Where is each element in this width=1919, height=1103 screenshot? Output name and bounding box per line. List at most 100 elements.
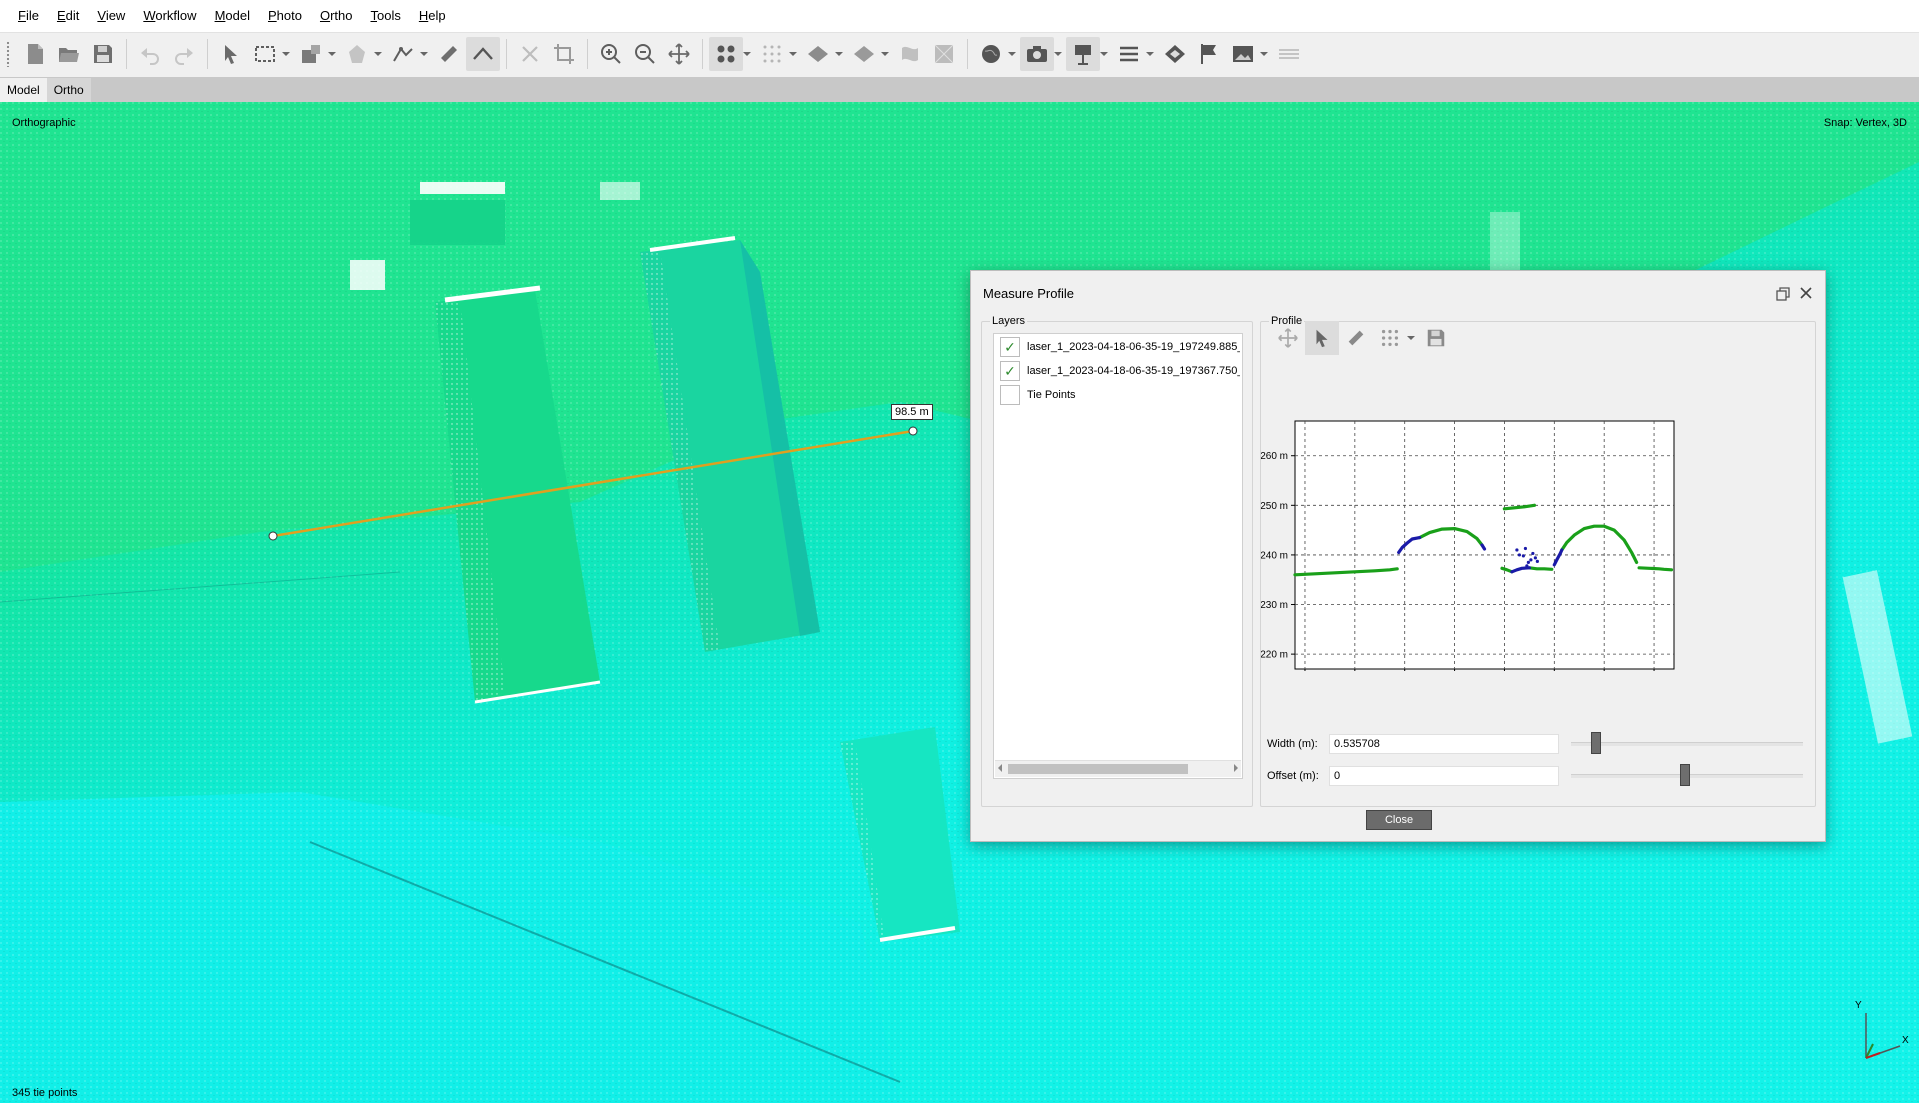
width-slider-handle[interactable] xyxy=(1591,732,1601,754)
marker-camera-icon xyxy=(1075,45,1091,65)
toolbar-separator xyxy=(587,39,588,69)
profile-series-1-point xyxy=(1529,558,1533,562)
undo-button[interactable] xyxy=(133,37,167,71)
profile-series-0-segment xyxy=(1637,566,1674,572)
scroll-right-arrow[interactable] xyxy=(1234,764,1238,772)
floppy-disk-icon xyxy=(1427,329,1445,347)
stack-layers-icon xyxy=(1279,49,1299,59)
ruler-button[interactable] xyxy=(432,37,466,71)
shapes-button[interactable] xyxy=(1158,37,1192,71)
show-list-button[interactable] xyxy=(1112,37,1146,71)
menu-workflow[interactable]: Workflow xyxy=(134,0,205,32)
dem-button[interactable] xyxy=(893,37,927,71)
offset-slider-handle[interactable] xyxy=(1680,764,1690,786)
open-button[interactable] xyxy=(52,37,86,71)
menu-view[interactable]: View xyxy=(88,0,134,32)
axis-x-label: X xyxy=(1902,1035,1909,1046)
scroll-left-arrow[interactable] xyxy=(998,764,1002,772)
zoom-in-button[interactable] xyxy=(594,37,628,71)
menu-model[interactable]: Model xyxy=(206,0,259,32)
draw-shape-button[interactable] xyxy=(340,37,374,71)
profile-ruler-button[interactable] xyxy=(1339,321,1373,355)
profile-points-button[interactable] xyxy=(1373,321,1407,355)
zoom-out-button[interactable] xyxy=(628,37,662,71)
y-tick-label: 220 m xyxy=(1261,650,1288,661)
dense-cloud-dropdown[interactable] xyxy=(789,37,797,71)
tiled-model-dropdown[interactable] xyxy=(881,37,889,71)
redo-button[interactable] xyxy=(167,37,201,71)
flag-button[interactable] xyxy=(1192,37,1226,71)
layer-checkbox[interactable] xyxy=(1000,337,1020,357)
polyline-dropdown[interactable] xyxy=(420,37,428,71)
dem-icon xyxy=(902,46,918,62)
delete-selection-button[interactable] xyxy=(513,37,547,71)
menu-ortho[interactable]: Ortho xyxy=(311,0,362,32)
draw-shape-dropdown[interactable] xyxy=(374,37,382,71)
image-button[interactable] xyxy=(1226,37,1260,71)
menu-edit[interactable]: Edit xyxy=(48,0,88,32)
layer-label: Tie Points xyxy=(1027,389,1076,401)
point-cloud-dropdown[interactable] xyxy=(743,37,751,71)
dense-cloud-button[interactable] xyxy=(755,37,789,71)
point-cloud-button[interactable] xyxy=(709,37,743,71)
globe-icon xyxy=(982,45,1000,63)
restore-window-icon[interactable] xyxy=(1776,287,1790,301)
profile-pan-button[interactable] xyxy=(1271,321,1305,355)
offset-row: Offset (m): 0 xyxy=(1267,766,1559,786)
tab-ortho[interactable]: Ortho xyxy=(46,78,91,102)
new-document-button[interactable] xyxy=(18,37,52,71)
transform-object-button[interactable] xyxy=(294,37,328,71)
image-dropdown[interactable] xyxy=(1260,37,1268,71)
measure-profile-button[interactable] xyxy=(466,37,500,71)
model-view-button[interactable] xyxy=(801,37,835,71)
toolbar-grip[interactable] xyxy=(6,41,10,67)
profile-icon xyxy=(473,47,493,60)
tiled-model-button[interactable] xyxy=(847,37,881,71)
menu-tools[interactable]: Tools xyxy=(362,0,410,32)
cameras-button[interactable] xyxy=(1020,37,1054,71)
close-icon[interactable] xyxy=(1798,285,1814,301)
profile-select-button[interactable] xyxy=(1305,321,1339,355)
selection-dropdown[interactable] xyxy=(282,37,290,71)
profile-chart[interactable]: 10 m20 m30 m40 m50 m60 m70 m80 m220 m230… xyxy=(1261,401,1821,671)
layer-checkbox[interactable] xyxy=(1000,361,1020,381)
markers-dropdown[interactable] xyxy=(1100,37,1108,71)
tab-model[interactable]: Model xyxy=(0,78,47,102)
horizontal-scrollbar[interactable] xyxy=(995,760,1241,777)
globe-button[interactable] xyxy=(974,37,1008,71)
layers-button[interactable] xyxy=(1272,37,1306,71)
profile-save-button[interactable] xyxy=(1419,321,1453,355)
polyline-button[interactable] xyxy=(386,37,420,71)
menu-photo[interactable]: Photo xyxy=(259,0,311,32)
markers-button[interactable] xyxy=(1066,37,1100,71)
rectangle-selection-button[interactable] xyxy=(248,37,282,71)
menu-accelerator: O xyxy=(319,8,331,23)
list-dropdown[interactable] xyxy=(1146,37,1154,71)
ruler-icon xyxy=(1348,330,1364,346)
toolbar-separator xyxy=(126,39,127,69)
layer-item[interactable]: Tie Points xyxy=(1000,384,1240,406)
globe-dropdown[interactable] xyxy=(1008,37,1016,71)
width-slider-track[interactable] xyxy=(1571,742,1803,746)
layer-item[interactable]: laser_1_2023-04-18-06-35-19_197249.885_ xyxy=(1000,336,1240,358)
model-view-dropdown[interactable] xyxy=(835,37,843,71)
layer-item[interactable]: laser_1_2023-04-18-06-35-19_197367.750_ xyxy=(1000,360,1240,382)
reset-view-button[interactable] xyxy=(662,37,696,71)
profile-points-dropdown[interactable] xyxy=(1407,327,1415,349)
save-button[interactable] xyxy=(86,37,120,71)
menu-file[interactable]: File xyxy=(9,0,48,32)
orthomosaic-button[interactable] xyxy=(927,37,961,71)
cameras-dropdown[interactable] xyxy=(1054,37,1062,71)
toolbar-separator xyxy=(207,39,208,69)
dialog-title: Measure Profile xyxy=(983,286,1075,301)
layer-checkbox[interactable] xyxy=(1000,385,1020,405)
offset-field[interactable]: 0 xyxy=(1329,766,1559,786)
menu-help[interactable]: Help xyxy=(410,0,455,32)
scroll-thumb[interactable] xyxy=(1008,764,1188,774)
crop-selection-button[interactable] xyxy=(547,37,581,71)
width-field[interactable]: 0.535708 xyxy=(1329,734,1559,754)
navigation-button[interactable] xyxy=(214,37,248,71)
close-button[interactable]: Close xyxy=(1366,810,1432,830)
transform-dropdown[interactable] xyxy=(328,37,336,71)
menu-label-rest: elp xyxy=(428,8,446,23)
